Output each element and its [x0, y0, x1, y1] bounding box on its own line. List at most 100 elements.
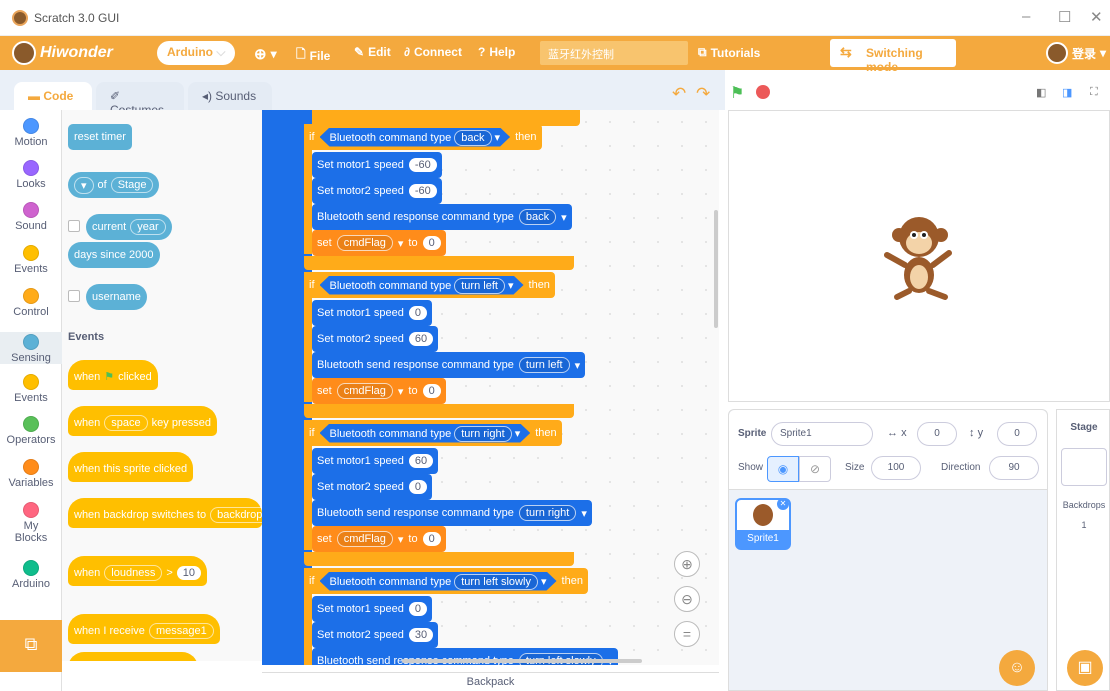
sprite-thumbnail[interactable]: ✕ Sprite1: [735, 498, 791, 550]
edit-menu[interactable]: ✎ Edit: [354, 45, 391, 59]
set-motor2-speed-block[interactable]: Set motor2 speed 60: [312, 326, 439, 352]
add-sprite-button[interactable]: ☺: [999, 650, 1035, 686]
zoom-in-icon[interactable]: ⊕: [674, 551, 700, 577]
horizontal-scrollbar[interactable]: [402, 659, 642, 663]
set-cmdflag-block[interactable]: set cmdFlag ▾ to 0: [312, 526, 446, 552]
category-events[interactable]: Events: [0, 245, 62, 275]
category-sensing[interactable]: Sensing: [0, 332, 62, 364]
minimize-icon[interactable]: –: [1022, 8, 1030, 25]
connect-menu[interactable]: ∂ Connect: [404, 45, 462, 59]
set-motor1-speed-block[interactable]: Set motor1 speed -60: [312, 152, 442, 178]
category-control[interactable]: Control: [0, 288, 62, 318]
monkey-sprite[interactable]: [879, 209, 959, 305]
delete-sprite-icon[interactable]: ✕: [777, 498, 789, 510]
script-workspace[interactable]: if Bluetooth command type back ▾ then Set m…: [262, 110, 719, 665]
y-arrows-icon: ↕ y: [969, 427, 984, 439]
set-motor1-speed-block[interactable]: Set motor1 speed 0: [312, 596, 432, 622]
category-label: Looks: [16, 178, 46, 190]
set-motor2-speed-block[interactable]: Set motor2 speed 0: [312, 474, 432, 500]
set-motor1-speed-block[interactable]: Set motor1 speed 0: [312, 300, 432, 326]
when-loudness-block[interactable]: when loudness >10: [68, 556, 208, 586]
bt-send-response-block[interactable]: Bluetooth send response command type back…: [312, 204, 572, 230]
show-visible-icon[interactable]: ◉: [767, 456, 799, 482]
tutorials-button[interactable]: ⧉ Tutorials: [698, 45, 760, 60]
stage-canvas[interactable]: [728, 110, 1110, 402]
if-then-block[interactable]: if Bluetooth command type turn right ▾ the…: [304, 420, 562, 446]
reset-timer-block[interactable]: reset timer: [68, 124, 132, 150]
x-input[interactable]: 0: [917, 422, 957, 446]
fullscreen-icon[interactable]: ⛶: [1090, 86, 1098, 99]
of-block[interactable]: ▾ of Stage: [68, 172, 160, 198]
when-flag-clicked-block[interactable]: when ⚑ clicked: [68, 360, 158, 390]
switching-mode-button[interactable]: ⇆ Switching mode: [830, 39, 956, 74]
switch-icon: ⇆: [840, 44, 852, 60]
zoom-reset-icon[interactable]: =: [674, 621, 700, 647]
undo-icon[interactable]: ↶: [672, 84, 686, 104]
zoom-out-icon[interactable]: ⊖: [674, 586, 700, 612]
if-then-block[interactable]: if Bluetooth command type back ▾ then: [304, 124, 542, 150]
logo-face-icon: [12, 41, 36, 65]
show-label: Show: [738, 462, 764, 473]
set-cmdflag-block[interactable]: set cmdFlag ▾ to 0: [312, 378, 446, 404]
set-motor1-speed-block[interactable]: Set motor1 speed 60: [312, 448, 439, 474]
help-icon: ?: [478, 45, 486, 59]
if-then-block[interactable]: if Bluetooth command type turn left slowl…: [304, 568, 588, 594]
board-select[interactable]: Arduino ⌵: [157, 41, 236, 65]
category-motion[interactable]: Motion: [0, 118, 62, 148]
set-motor2-speed-block[interactable]: Set motor2 speed -60: [312, 178, 442, 204]
checkbox[interactable]: [68, 290, 80, 302]
tab-sounds[interactable]: ◂) Sounds: [188, 82, 272, 110]
vertical-scrollbar[interactable]: [714, 210, 718, 328]
file-menu[interactable]: 🗋 File: [296, 45, 330, 66]
show-hidden-icon[interactable]: ⊘: [799, 456, 831, 482]
bt-send-response-block[interactable]: Bluetooth send response command typeturn…: [312, 352, 586, 378]
partial-hat-block[interactable]: [68, 652, 198, 661]
backpack[interactable]: Backpack: [262, 672, 719, 691]
large-stage-icon[interactable]: ◨: [1062, 86, 1072, 99]
category-my-blocks[interactable]: My Blocks: [0, 502, 62, 544]
tab-costumes[interactable]: ✐ Costumes: [96, 82, 184, 117]
project-title-input[interactable]: 蓝牙红外控制: [540, 41, 688, 65]
login-menu[interactable]: 登录 ▾: [1046, 42, 1106, 64]
username-block[interactable]: username: [86, 284, 147, 310]
stop-icon[interactable]: [756, 85, 770, 99]
set-cmdflag-block[interactable]: set cmdFlag ▾ to 0: [312, 230, 446, 256]
category-variables[interactable]: Variables: [0, 459, 62, 489]
small-stage-icon[interactable]: ◧: [1036, 86, 1046, 99]
close-icon[interactable]: ✕: [1090, 8, 1103, 26]
tab-code[interactable]: ▬ Code: [14, 82, 92, 110]
size-input[interactable]: 100: [871, 456, 921, 480]
globe-icon: ⊕: [254, 46, 267, 63]
category-operators[interactable]: Operators: [0, 416, 62, 446]
hiwonder-logo[interactable]: Hiwonder: [12, 41, 113, 65]
sprite-name-input[interactable]: Sprite1: [771, 422, 873, 446]
when-key-pressed-block[interactable]: when space key pressed: [68, 406, 217, 436]
add-backdrop-button[interactable]: ▣: [1067, 650, 1103, 686]
set-motor2-speed-block[interactable]: Set motor2 speed 30: [312, 622, 439, 648]
checkbox[interactable]: [68, 220, 80, 232]
category-arduino[interactable]: Arduino: [0, 560, 62, 590]
stage-thumbnail[interactable]: [1061, 448, 1107, 486]
category-label: Sound: [15, 220, 47, 232]
help-menu[interactable]: ? Help: [478, 45, 515, 59]
category-label: Sensing: [11, 352, 51, 364]
if-then-block[interactable]: if Bluetooth command type turn left ▾ then: [304, 272, 555, 298]
y-input[interactable]: 0: [997, 422, 1037, 446]
current-year-block[interactable]: current year: [86, 214, 172, 240]
category-looks[interactable]: Looks: [0, 160, 62, 190]
when-i-receive-block[interactable]: when I receive message1: [68, 614, 220, 644]
add-extension-button[interactable]: ⧉: [0, 620, 62, 672]
language-menu[interactable]: ⊕ ▾: [254, 45, 277, 63]
when-backdrop-switches-block[interactable]: when backdrop switches to backdrop: [68, 498, 262, 528]
category-sound[interactable]: Sound: [0, 202, 62, 232]
redo-icon[interactable]: ↷: [696, 84, 710, 104]
maximize-icon[interactable]: ☐: [1058, 8, 1071, 26]
bt-send-response-block[interactable]: Bluetooth send response command typeturn…: [312, 500, 592, 526]
category-dot-icon: [23, 560, 39, 576]
category-events[interactable]: Events: [0, 374, 62, 404]
direction-input[interactable]: 90: [989, 456, 1039, 480]
category-dot-icon: [23, 202, 39, 218]
days-since-block[interactable]: days since 2000: [68, 242, 160, 268]
green-flag-icon[interactable]: ⚑: [730, 83, 744, 103]
when-sprite-clicked-block[interactable]: when this sprite clicked: [68, 452, 194, 482]
